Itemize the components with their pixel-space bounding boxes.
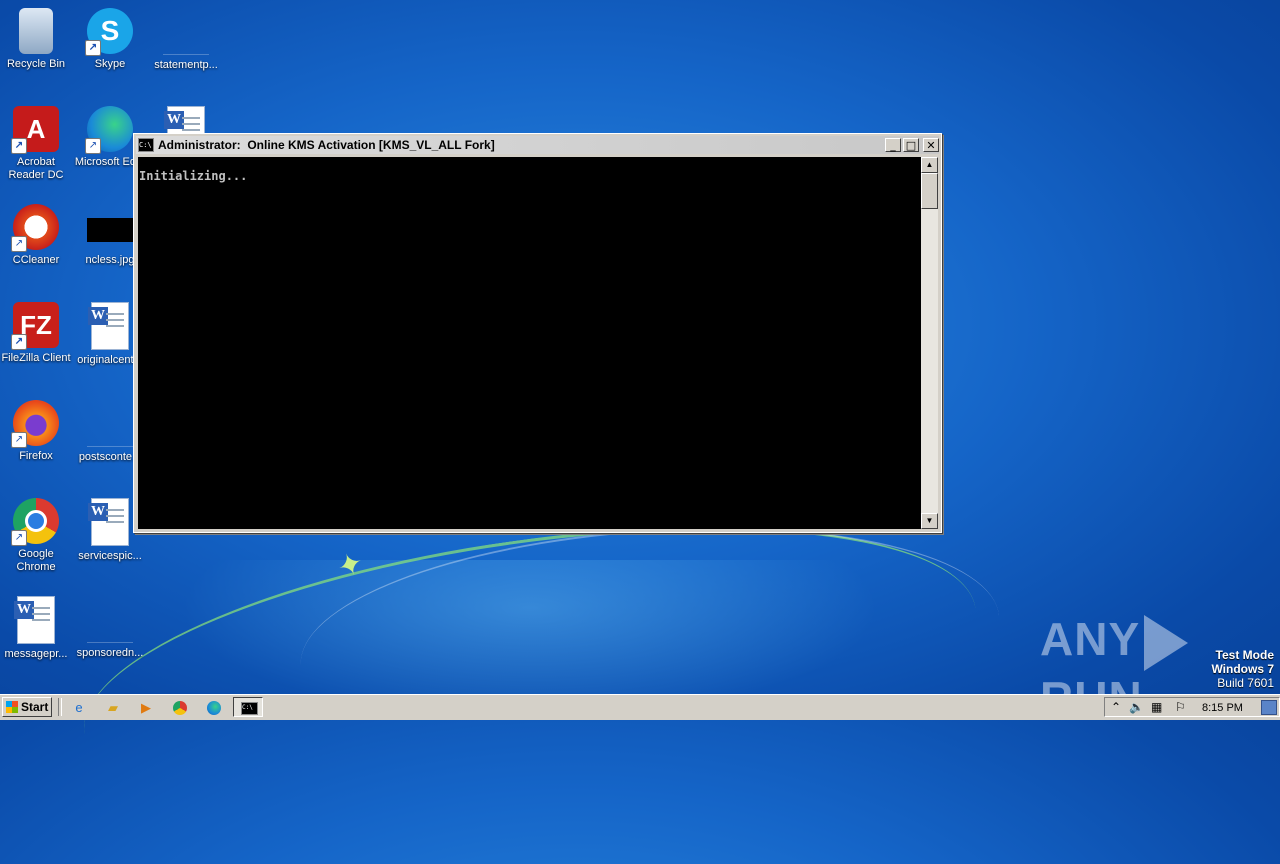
desktop-icon-label: FileZilla Client [1,352,71,364]
vertical-scrollbar[interactable]: ▲ ▼ [921,157,938,529]
taskbar-separator [58,698,62,716]
desktop-icon-label: Google Chrome [16,548,56,573]
desktop-icon-skype[interactable]: S ↗ Skype [74,8,146,71]
shortcut-arrow-icon: ↗ [11,236,27,252]
windows-logo-icon [6,701,18,713]
shortcut-arrow-icon: ↗ [11,432,27,448]
desktop-icon-ccleaner[interactable]: ↗ CCleaner [0,204,72,267]
edge-icon: ↗ [85,106,133,154]
desktop-icon-chrome[interactable]: ↗ Google Chrome [0,498,72,574]
desktop-icon-acrobat[interactable]: A ↗ Acrobat Reader DC [0,106,72,182]
word-doc-icon: W [14,596,55,644]
file-icon [87,400,133,447]
file-icon [163,8,209,55]
window-title: Administrator: Online KMS Activation [KM… [158,138,495,152]
desktop-icon-label: Skype [94,58,126,70]
system-tray: ⌃ 🔈 ▦ ⚐ 8:15 PM [1104,697,1280,717]
desktop-icon-label: CCleaner [12,254,60,266]
desktop-icon-recycle-bin[interactable]: Recycle Bin [0,8,72,71]
build-label: Build 7601 [1217,676,1274,690]
desktop-icon-statement[interactable]: statementp... [150,8,222,72]
shortcut-arrow-icon: ↗ [85,138,101,154]
watermark-text-left: ANY [1040,613,1141,665]
chrome-icon[interactable] [171,699,189,717]
network-icon[interactable]: ▦ [1151,699,1162,715]
desktop-icon-filezilla[interactable]: FZ ↗ FileZilla Client [0,302,72,365]
volume-icon[interactable]: 🔈 [1129,699,1144,715]
skype-icon: S ↗ [85,8,133,56]
tray-chevron-icon[interactable]: ⌃ [1111,699,1121,715]
close-button[interactable]: ✕ [923,138,939,152]
desktop-icon-label: Firefox [19,450,53,462]
play-icon [1144,614,1189,671]
desktop-icon-label: Acrobat Reader DC [8,156,64,181]
desktop-icon-label: Recycle Bin [6,58,66,70]
media-player-icon[interactable]: ▶ [137,699,155,717]
shortcut-arrow-icon: ↗ [85,40,101,56]
recycle-bin-icon [19,8,53,54]
scroll-thumb[interactable] [921,173,938,209]
console-output-text: Initializing... [139,169,248,183]
desktop-icon-label: statementp... [154,59,218,71]
window-titlebar[interactable]: C:\ Administrator: Online KMS Activation… [136,136,939,154]
console-window[interactable]: C:\ Administrator: Online KMS Activation… [133,133,942,533]
file-icon [87,596,133,643]
test-mode-notice: Test Mode Windows 7 Build 7601 [1211,648,1274,690]
start-button[interactable]: Start [2,697,52,717]
acrobat-reader-icon: A ↗ [11,106,59,154]
console-icon[interactable]: C:\ [138,138,154,152]
filezilla-icon: FZ ↗ [11,302,59,350]
console-output-area[interactable]: Initializing... [138,157,921,529]
desktop-icon-label: sponsoredn... [76,647,144,659]
image-file-icon [87,218,133,242]
desktop-icon-label: messagepr... [4,648,68,660]
console-icon: C:\ [241,702,258,715]
test-mode-label: Test Mode [1215,648,1274,662]
shortcut-arrow-icon: ↗ [11,530,27,546]
scroll-down-button[interactable]: ▼ [921,513,938,529]
firefox-icon: ↗ [11,400,59,448]
start-label: Start [21,700,49,714]
word-doc-icon: W [88,498,129,546]
minimize-button[interactable]: _ [885,138,901,152]
maximize-button[interactable]: □ [903,138,919,152]
taskbar: Start e ▰ ▶ C:\ ⌃ 🔈 ▦ ⚐ 8:15 PM [0,694,1280,720]
show-desktop-icon[interactable] [1261,700,1277,715]
shortcut-arrow-icon: ↗ [11,138,27,154]
clock[interactable]: 8:15 PM [1202,700,1243,716]
action-center-flag-icon[interactable]: ⚐ [1175,699,1186,715]
chrome-icon: ↗ [11,498,59,546]
desktop-icon-messagepr[interactable]: W messagepr... [0,596,72,661]
scroll-up-button[interactable]: ▲ [921,157,938,173]
taskbar-console-button[interactable]: C:\ [233,697,263,717]
word-doc-icon: W [88,302,129,350]
internet-explorer-icon[interactable]: e [70,699,88,717]
edge-icon[interactable] [205,699,223,717]
os-label: Windows 7 [1211,662,1274,676]
desktop-icon-label: servicespic... [78,550,142,562]
explorer-icon[interactable]: ▰ [104,699,122,717]
ccleaner-icon: ↗ [11,204,59,252]
shortcut-arrow-icon: ↗ [11,334,27,350]
desktop-icon-sponsoredn[interactable]: sponsoredn... [74,596,146,660]
desktop-icon-firefox[interactable]: ↗ Firefox [0,400,72,463]
